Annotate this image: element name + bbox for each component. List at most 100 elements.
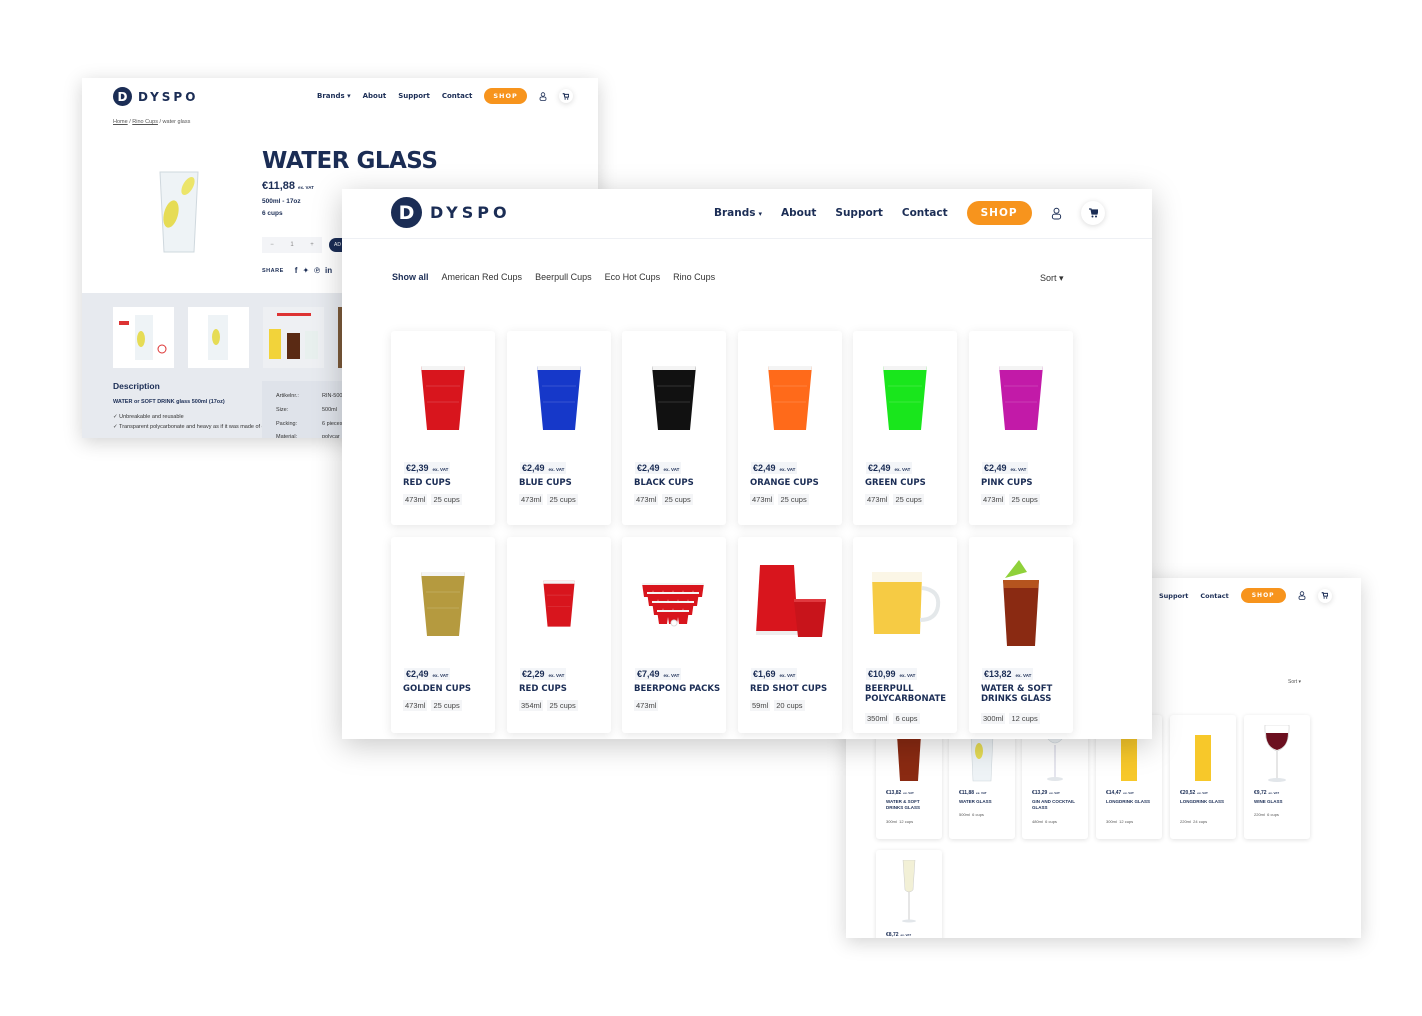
product-meta: 480ml 6 cups — [1032, 819, 1057, 824]
spec-value: polycar — [322, 434, 340, 438]
quantity-badge: 6 cups — [1267, 812, 1279, 817]
linkedin-icon[interactable]: in — [325, 266, 332, 275]
breadcrumb-current: water glass — [162, 119, 191, 125]
filter-eco-hot-cups[interactable]: Eco Hot Cups — [605, 272, 661, 282]
product-card[interactable]: €13,82 ex. VAT WATER & SOFT DRINKS GLASS … — [969, 537, 1073, 733]
spec-label: Material: — [276, 434, 298, 438]
product-price: €2,29 ex. VAT — [520, 668, 567, 680]
nav-about[interactable]: About — [781, 207, 816, 219]
product-card[interactable]: €2,49 ex. VAT BLACK CUPS 473ml 25 cups — [622, 331, 726, 525]
product-card[interactable]: €2,39 ex. VAT RED CUPS 473ml 25 cups — [391, 331, 495, 525]
logo-text: DYSPO — [430, 203, 511, 222]
facebook-icon[interactable]: f — [295, 266, 298, 275]
user-icon[interactable] — [1051, 207, 1062, 220]
nav-support[interactable]: Support — [398, 92, 430, 100]
product-card[interactable]: €2,49 ex. VAT PINK CUPS 473ml 25 cups — [969, 331, 1073, 525]
product-card[interactable]: €2,49 ex. VAT ORANGE CUPS 473ml 25 cups — [738, 331, 842, 525]
main-nav: Support Contact SHOP — [1159, 588, 1332, 603]
cart-icon[interactable] — [1080, 201, 1105, 225]
nav-brands[interactable]: Brands ▾ — [317, 92, 351, 100]
price-value: €11,88 — [262, 180, 296, 192]
volume-badge: 300ml — [886, 819, 897, 824]
price-value: €2,49 — [753, 463, 776, 473]
logo[interactable]: D DYSPO — [113, 87, 198, 106]
quantity-badge: 25 cups — [547, 494, 578, 505]
cart-icon[interactable] — [1317, 588, 1332, 603]
nav-contact[interactable]: Contact — [1200, 592, 1228, 600]
product-price: €2,49 ex. VAT — [866, 462, 913, 474]
nav-support[interactable]: Support — [835, 207, 882, 219]
product-name: GOLDEN CUPS — [403, 684, 472, 694]
product-card[interactable]: €1,69 ex. VAT RED SHOT CUPS 59ml 20 cups — [738, 537, 842, 733]
feature-list: Unbreakable and reusable Transparent pol… — [113, 414, 274, 434]
product-price: €13,29 ex. VAT — [1032, 790, 1060, 796]
gallery-thumbnail[interactable] — [263, 307, 324, 368]
quantity-value[interactable]: 1 — [290, 242, 293, 248]
product-card[interactable]: €7,49 ex. VAT BEERPONG PACKS 473ml — [622, 537, 726, 733]
vat-label: ex. VAT — [663, 673, 680, 678]
nav-brands[interactable]: Brands ▾ — [714, 207, 762, 219]
volume-badge: 350ml — [865, 713, 890, 724]
filter-american-red-cups[interactable]: American Red Cups — [442, 272, 523, 282]
spec-value: RIN-500 — [322, 393, 343, 399]
filter-rino-cups[interactable]: Rino Cups — [673, 272, 715, 282]
nav-contact[interactable]: Contact — [902, 207, 948, 219]
product-card[interactable]: €20,52 ex. VAT LONGDRINK GLASS 220ml 24 c… — [1170, 715, 1236, 839]
user-icon[interactable] — [1298, 591, 1306, 600]
product-price: €7,49 ex. VAT — [635, 668, 682, 680]
filter-beerpull-cups[interactable]: Beerpull Cups — [535, 272, 592, 282]
volume-badge: 473ml — [634, 700, 659, 711]
cart-icon[interactable] — [558, 89, 573, 103]
nav-support[interactable]: Support — [1159, 592, 1188, 600]
product-image — [876, 856, 942, 924]
vat-label: ex. VAT — [663, 467, 680, 472]
vat-label: ex. VAT — [1010, 467, 1027, 472]
breadcrumb-category[interactable]: Rino Cups — [132, 119, 158, 125]
pinterest-icon[interactable]: ℗ — [314, 266, 320, 275]
user-icon[interactable] — [539, 91, 547, 101]
product-price: €11,88 ex. VAT — [262, 180, 314, 192]
spec-value: 500ml — [322, 407, 337, 413]
quantity-badge: 6 cups — [1045, 819, 1057, 824]
product-card[interactable]: €9,72 ex. VAT WINE GLASS 220ml 6 cups — [1244, 715, 1310, 839]
product-card[interactable]: €2,49 ex. VAT BLUE CUPS 473ml 25 cups — [507, 331, 611, 525]
increase-button[interactable]: + — [310, 242, 314, 248]
breadcrumb-home[interactable]: Home — [113, 119, 128, 125]
price-value: €1,69 — [753, 669, 776, 679]
spec-value: 6 pieces — [322, 421, 343, 427]
vat-label: ex. VAT — [432, 673, 449, 678]
product-card[interactable]: €2,49 ex. VAT GREEN CUPS 473ml 25 cups — [853, 331, 957, 525]
gallery-thumbnail[interactable] — [188, 307, 249, 368]
product-name: ORANGE CUPS — [750, 478, 819, 488]
vat-label: ex. VAT — [432, 467, 449, 472]
shop-button[interactable]: SHOP — [966, 201, 1032, 225]
filter-show-all[interactable]: Show all — [392, 272, 429, 282]
vat-label: ex. VAT — [1015, 673, 1032, 678]
logo[interactable]: D DYSPO — [391, 197, 511, 228]
nav-about[interactable]: About — [363, 92, 387, 100]
product-meta: 300ml 12 cups — [886, 819, 913, 824]
product-name: PINK CUPS — [981, 478, 1033, 488]
nav-contact[interactable]: Contact — [442, 92, 473, 100]
product-price: €20,52 ex. VAT — [1180, 790, 1208, 796]
twitter-icon[interactable]: ✦ — [302, 266, 309, 275]
quantity-badge: 25 cups — [431, 494, 462, 505]
vat-label: ex. VAT — [1123, 791, 1134, 795]
product-image — [738, 549, 842, 657]
sort-dropdown[interactable]: Sort ▾ — [1288, 679, 1301, 685]
product-card[interactable]: €2,49 ex. VAT GOLDEN CUPS 473ml 25 cups — [391, 537, 495, 733]
gallery-thumbnail[interactable] — [113, 307, 174, 368]
vat-label: ex. VAT — [900, 933, 912, 937]
quantity-stepper[interactable]: − 1 + — [262, 237, 322, 253]
shop-button[interactable]: SHOP — [484, 88, 527, 104]
shop-button[interactable]: SHOP — [1240, 588, 1286, 603]
product-price: €14,47 ex. VAT — [1106, 790, 1134, 796]
quantity-badge: 25 cups — [778, 494, 809, 505]
quantity-badge: 25 cups — [1009, 494, 1040, 505]
product-title: WATER GLASS — [262, 148, 438, 174]
product-card[interactable]: €8,72 ex. VAT — [876, 850, 942, 938]
product-card[interactable]: €10,99 ex. VAT BEERPULL POLYCARBONATE 350… — [853, 537, 957, 733]
decrease-button[interactable]: − — [270, 242, 274, 248]
sort-dropdown[interactable]: Sort ▾ — [1040, 273, 1064, 284]
product-card[interactable]: €2,29 ex. VAT RED CUPS 354ml 25 cups — [507, 537, 611, 733]
